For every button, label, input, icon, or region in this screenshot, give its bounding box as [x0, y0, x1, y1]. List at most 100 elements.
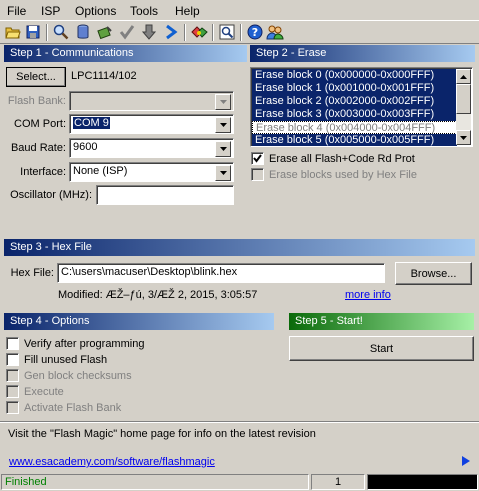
erase-list-scrollbar[interactable] [456, 69, 471, 145]
erase-hex-label: Erase blocks used by Hex File [269, 168, 417, 181]
step1-header: Step 1 - Communications [4, 45, 247, 62]
start-button[interactable]: Start [289, 336, 474, 361]
hex-icon[interactable] [190, 23, 208, 41]
fill-unused-checkbox[interactable]: Fill unused Flash [6, 353, 107, 366]
hex-file-path: C:\users\macuser\Desktop\blink.hex [61, 266, 238, 278]
toolbar-separator [212, 24, 214, 41]
program-icon[interactable] [96, 23, 114, 41]
scroll-down-icon[interactable] [456, 130, 471, 145]
execute-label: Execute [24, 385, 64, 398]
users-icon[interactable] [266, 23, 284, 41]
checkbox[interactable] [6, 353, 19, 366]
divider [0, 421, 479, 423]
erase-hex-blocks-checkbox[interactable]: Erase blocks used by Hex File [251, 168, 417, 181]
help-icon[interactable]: ? [246, 23, 264, 41]
baud-rate-value: 9600 [73, 141, 98, 153]
flash-bank-label: Flash Bank: [7, 95, 66, 107]
interface-value: None (ISP) [73, 165, 128, 177]
list-item[interactable]: Erase block 2 (0x002000-0x002FFF) [252, 95, 457, 108]
checkbox[interactable] [6, 385, 19, 398]
chevron-down-icon [215, 141, 231, 157]
status-count: 1 [311, 474, 365, 490]
checkbox[interactable] [6, 401, 19, 414]
save-icon[interactable] [24, 23, 42, 41]
menu-tools[interactable]: Tools [130, 4, 158, 18]
oscillator-input[interactable] [96, 185, 234, 205]
info-text: Visit the "Flash Magic" home page for in… [8, 428, 316, 440]
interface-select[interactable]: None (ISP) [69, 162, 234, 182]
list-item[interactable]: Erase block 4 (0x004000-0x004FFF) [252, 121, 457, 134]
execute-checkbox[interactable]: Execute [6, 385, 64, 398]
list-item[interactable]: Erase block 0 (0x000000-0x000FFF) [252, 69, 457, 82]
scroll-up-icon[interactable] [456, 69, 471, 84]
toolbar-separator [184, 24, 186, 41]
toolbar: ? [0, 20, 479, 44]
checkbox-checked[interactable] [251, 152, 264, 165]
verify-label: Verify after programming [24, 337, 145, 350]
hex-file-label: Hex File: [10, 267, 54, 279]
select-label: Select... [16, 71, 56, 83]
flash-bank-select[interactable] [69, 91, 234, 111]
activate-bank-checkbox[interactable]: Activate Flash Bank [6, 401, 121, 414]
step3-title: Step 3 - Hex File [10, 241, 92, 253]
device-name: LPC1114/102 [71, 70, 137, 82]
step5-header: Step 5 - Start! [289, 313, 474, 330]
erase-all-label: Erase all Flash+Code Rd Prot [269, 152, 415, 165]
open-icon[interactable] [4, 23, 22, 41]
gen-checksums-label: Gen block checksums [24, 369, 132, 382]
search-icon[interactable] [52, 23, 70, 41]
step2-header: Step 2 - Erase [250, 45, 475, 62]
menu-options[interactable]: Options [75, 4, 116, 18]
menu-file[interactable]: File [7, 4, 26, 18]
interface-label: Interface: [20, 166, 66, 178]
find-icon[interactable] [218, 23, 236, 41]
erase-icon[interactable] [74, 23, 92, 41]
menu-isp[interactable]: ISP [41, 4, 60, 18]
modified-timestamp: Modified: ÆŽ–ƒú, 3/ÆŽ 2, 2015, 3:05:57 [58, 289, 258, 301]
com-port-select[interactable]: COM 9 [69, 114, 234, 134]
erase-all-checkbox[interactable]: Erase all Flash+Code Rd Prot [251, 152, 415, 165]
list-item[interactable]: Erase block 1 (0x001000-0x001FFF) [252, 82, 457, 95]
download-icon[interactable] [140, 23, 158, 41]
step4-header: Step 4 - Options [4, 313, 274, 330]
status-text: Finished [1, 474, 309, 490]
baud-rate-label: Baud Rate: [10, 142, 66, 154]
activate-bank-label: Activate Flash Bank [24, 401, 122, 414]
select-device-button[interactable]: Select... [6, 67, 66, 87]
verify-icon[interactable] [118, 23, 136, 41]
erase-block-list[interactable]: Erase block 0 (0x000000-0x000FFF) Erase … [250, 67, 473, 147]
gen-checksums-checkbox[interactable]: Gen block checksums [6, 369, 132, 382]
menu-help[interactable]: Help [175, 4, 200, 18]
com-port-label: COM Port: [14, 118, 66, 130]
list-item[interactable]: Erase block 5 (0x005000-0x005FFF) [252, 134, 457, 146]
website-link[interactable]: www.esacademy.com/software/flashmagic [9, 456, 215, 468]
step1-title: Step 1 - Communications [10, 47, 134, 59]
baud-rate-select[interactable]: 9600 [69, 138, 234, 158]
status-bar: Finished 1 [0, 472, 479, 491]
svg-text:?: ? [252, 26, 258, 39]
toolbar-separator [240, 24, 242, 41]
play-icon[interactable] [461, 456, 471, 469]
menu-bar: File ISP Options Tools Help [0, 0, 479, 20]
toolbar-separator [46, 24, 48, 41]
checkbox[interactable] [6, 337, 19, 350]
go-icon[interactable] [162, 23, 180, 41]
chevron-down-icon [215, 165, 231, 181]
step4-title: Step 4 - Options [10, 315, 90, 327]
scroll-thumb[interactable] [456, 84, 471, 114]
fill-unused-label: Fill unused Flash [24, 353, 108, 366]
verify-checkbox[interactable]: Verify after programming [6, 337, 144, 350]
step5-title: Step 5 - Start! [295, 315, 363, 327]
browse-button[interactable]: Browse... [395, 262, 472, 285]
chevron-down-icon [215, 117, 231, 133]
list-item[interactable]: Erase block 3 (0x003000-0x003FFF) [252, 108, 457, 121]
more-info-link[interactable]: more info [345, 289, 391, 301]
checkbox[interactable] [6, 369, 19, 382]
progress-bar [367, 474, 478, 490]
com-port-value: COM 9 [73, 117, 110, 129]
chevron-down-icon [215, 94, 231, 110]
oscillator-label: Oscillator (MHz): [10, 189, 92, 201]
hex-file-input[interactable]: C:\users\macuser\Desktop\blink.hex [57, 263, 385, 283]
step2-title: Step 2 - Erase [256, 47, 327, 59]
checkbox[interactable] [251, 168, 264, 181]
